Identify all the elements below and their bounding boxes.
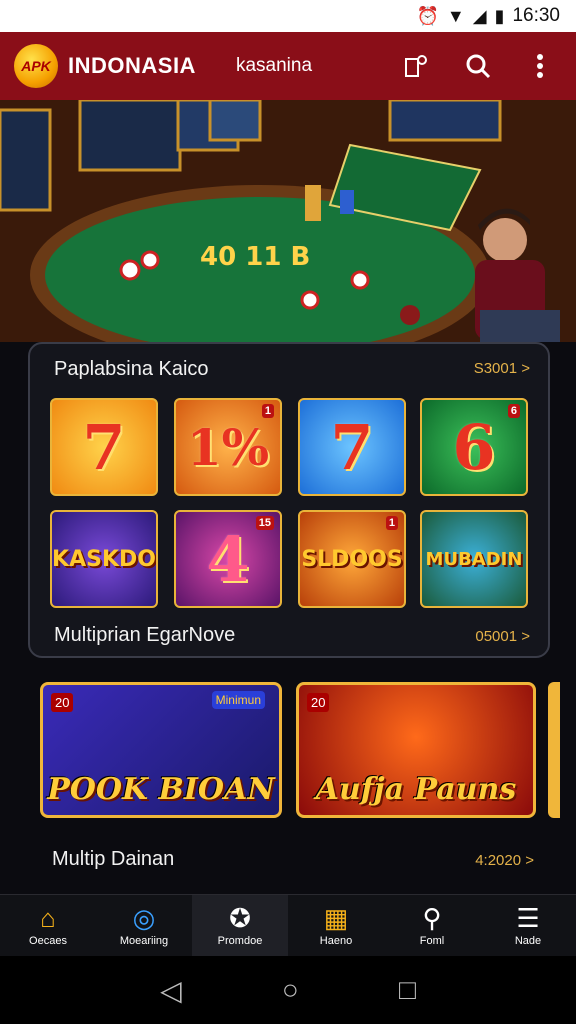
nav-label: Moeariing	[119, 934, 169, 947]
battery-icon: ▮	[494, 6, 505, 26]
next-banner-peek[interactable]	[548, 682, 560, 818]
nav-label: Promdoe	[217, 934, 263, 947]
nav-item-games[interactable]: ✪ Promdoe	[192, 895, 288, 956]
slot-machine-screen	[78, 100, 182, 172]
banner-title: POOK BIOAN	[47, 772, 275, 807]
promo-banner[interactable]: 20 Aufja Pauns	[296, 682, 536, 818]
back-icon[interactable]: ◁	[160, 974, 182, 1007]
tile-badge: 1	[261, 404, 274, 418]
bottom-nav: ⌂ Oecaes ◎ Moeariing ✪ Promdoe ▦ Haeno ⚲…	[0, 894, 576, 956]
home-circle-icon[interactable]: ○	[282, 974, 299, 1006]
app-logo[interactable]: APK	[14, 44, 58, 88]
banner-badge: 20	[51, 693, 74, 712]
tile-label: MUBADIN	[425, 548, 523, 570]
game-tile[interactable]: MUBADIN	[420, 510, 528, 608]
nav-item-home[interactable]: ⌂ Oecaes	[0, 895, 96, 956]
section-more-link[interactable]: 4:2020 >	[475, 852, 534, 869]
tile-label: 7	[330, 410, 374, 484]
promo-banner[interactable]: 20 Minimun POOK BIOAN	[40, 682, 282, 818]
hero-casino-image[interactable]: 40 11 B	[0, 100, 576, 342]
recents-icon[interactable]: □	[399, 974, 416, 1006]
nav-item-menu[interactable]: ☰ Nade	[480, 895, 576, 956]
nav-item-search[interactable]: ⚲ Foml	[384, 895, 480, 956]
tile-label: 7	[82, 410, 126, 484]
nav-item-grid[interactable]: ▦ Haeno	[288, 895, 384, 956]
player-head	[483, 218, 527, 262]
status-bar: ⏰ ▼ ◢ ▮ 16:30	[0, 0, 576, 32]
status-time: 16:30	[512, 5, 560, 26]
nav-label: Foml	[419, 934, 445, 947]
system-nav-bar: ◁ ○ □	[0, 956, 576, 1024]
slot-machine-screen	[208, 100, 262, 142]
user-name[interactable]: kasanina	[236, 55, 312, 77]
slot-machine-screen	[0, 108, 52, 212]
notification-icon	[405, 55, 427, 77]
more-vertical-icon	[537, 54, 543, 78]
game-tile[interactable]: 7	[298, 398, 406, 496]
slot-machine-screen	[388, 100, 502, 142]
banner-chip: Minimun	[211, 691, 265, 709]
game-tile[interactable]: 15 4	[174, 510, 282, 608]
search-button[interactable]	[456, 44, 500, 88]
notification-button[interactable]	[394, 44, 438, 88]
wifi-icon: ▼	[446, 6, 465, 26]
tile-badge: 1	[385, 516, 398, 530]
target-icon: ◎	[132, 902, 156, 933]
tile-label: 6	[452, 410, 496, 484]
section-more-link[interactable]: S3001 >	[474, 360, 530, 377]
brand-name: INDONASIA	[68, 53, 196, 78]
games-panel: Paplabsina Kaico S3001 > 7 1 1% 7 6 6 KA…	[28, 342, 550, 658]
game-tile[interactable]: 7	[50, 398, 158, 496]
game-tile[interactable]: KASKDO	[50, 510, 158, 608]
nav-label: Haeno	[319, 934, 353, 947]
nav-item-target[interactable]: ◎ Moeariing	[96, 895, 192, 956]
game-tile[interactable]: 1 SLDOOS	[298, 510, 406, 608]
section-title: Multip Dainan	[52, 848, 175, 870]
app-bar: APK INDONASIA kasanina	[0, 32, 576, 100]
tile-label: KASKDO	[52, 546, 156, 572]
logo-text: APK	[21, 58, 51, 74]
home-icon: ⌂	[40, 902, 56, 933]
tile-label: 4	[206, 522, 250, 596]
search-icon	[466, 54, 491, 79]
casino-scene: 40 11 B	[0, 100, 576, 342]
banner-badge: 20	[307, 693, 330, 712]
tile-label: SLDOOS	[301, 546, 403, 572]
more-button[interactable]	[518, 44, 562, 88]
alarm-icon: ⏰	[416, 6, 439, 26]
signal-icon: ◢	[472, 6, 487, 26]
tile-badge: 6	[507, 404, 520, 418]
subsection-more-link[interactable]: 05001 >	[475, 628, 530, 645]
banner-title: Aufja Pauns	[315, 772, 517, 807]
game-tile[interactable]: 6 6	[420, 398, 528, 496]
game-tile[interactable]: 1 1%	[174, 398, 282, 496]
search-icon: ⚲	[422, 902, 442, 933]
nav-label: Oecaes	[29, 934, 67, 947]
section-title: Paplabsina Kaico	[54, 358, 209, 380]
grid-icon: ▦	[323, 902, 349, 933]
menu-icon: ☰	[516, 902, 540, 933]
gamepad-icon: ✪	[229, 902, 251, 933]
tile-label: 1%	[186, 417, 270, 477]
tile-badge: 15	[255, 516, 274, 530]
nav-label: Nade	[514, 934, 542, 947]
table-text: 40 11 B	[200, 242, 310, 272]
subsection-title: Multiprian EgarNove	[54, 624, 236, 646]
